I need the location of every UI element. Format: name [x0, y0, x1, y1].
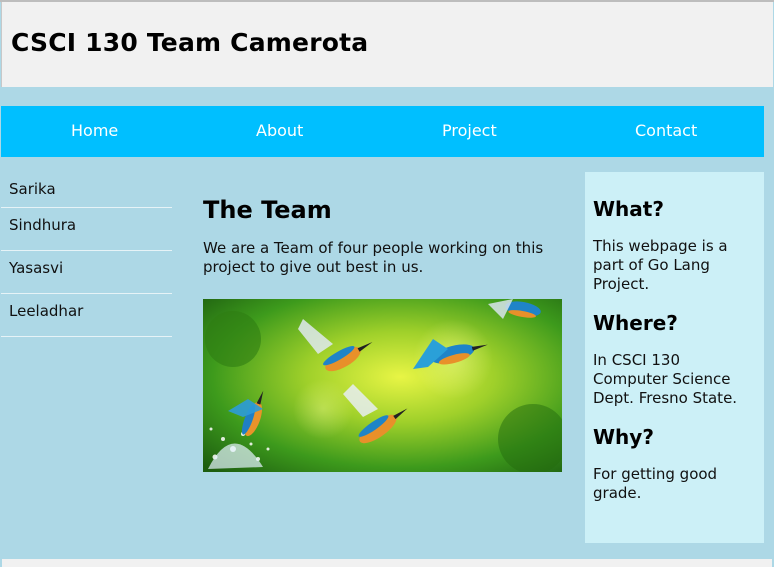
sidebar-item-sindhura[interactable]: Sindhura [1, 208, 172, 251]
site-title: CSCI 130 Team Camerota [11, 28, 369, 57]
main-content: The Team We are a Team of four people wo… [203, 196, 565, 277]
where-text: In CSCI 130 Computer Science Dept. Fresn… [593, 351, 738, 407]
nav-contact-link[interactable]: Contact [635, 121, 697, 140]
why-text: For getting good grade. [593, 465, 718, 502]
why-heading: Why? [593, 425, 654, 449]
nav-home-link[interactable]: Home [71, 121, 118, 140]
nav-project-link[interactable]: Project [442, 121, 497, 140]
sidebar-item-leeladhar[interactable]: Leeladhar [1, 294, 172, 337]
main-description: We are a Team of four people working on … [203, 239, 544, 276]
where-heading: Where? [593, 311, 678, 335]
sidebar: Sarika Sindhura Yasasvi Leeladhar [1, 172, 172, 337]
main-heading: The Team [203, 196, 332, 224]
what-text: This webpage is a part of Go Lang Projec… [593, 237, 728, 293]
site-header: CSCI 130 Team Camerota [1, 2, 773, 87]
site-footer [2, 559, 772, 567]
sidebar-item-yasasvi[interactable]: Yasasvi [1, 251, 172, 294]
sidebar-item-sarika[interactable]: Sarika [1, 172, 172, 208]
nav-about-link[interactable]: About [256, 121, 303, 140]
what-heading: What? [593, 197, 664, 221]
info-panel: What? This webpage is a part of Go Lang … [585, 172, 764, 543]
kingfishers-image [203, 299, 562, 472]
navbar: Home About Project Contact [1, 106, 764, 157]
